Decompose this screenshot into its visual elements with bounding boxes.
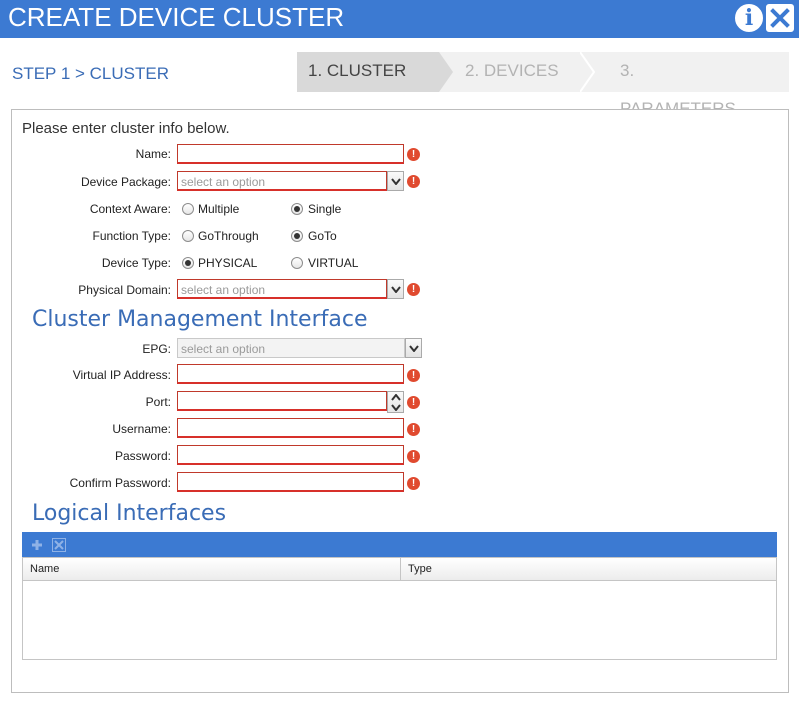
wizard-step-parameters[interactable]: 3. PARAMETERS — [620, 52, 736, 118]
logical-interfaces-toolbar — [22, 532, 777, 557]
error-icon: ! — [407, 283, 420, 296]
function-type-gothrough-radio[interactable] — [182, 230, 194, 242]
port-stepper[interactable] — [387, 391, 404, 413]
port-label: Port: — [145, 395, 171, 409]
name-input[interactable] — [177, 144, 404, 164]
delete-icon[interactable] — [52, 538, 66, 552]
logical-interfaces-table-header: Name Type — [22, 557, 777, 581]
context-aware-single-label: Single — [308, 202, 342, 216]
form-intro: Please enter cluster info below. — [22, 120, 230, 137]
column-header-type[interactable]: Type — [401, 558, 776, 580]
physical-domain-dropdown-button[interactable] — [387, 279, 404, 299]
chevron-right-icon — [439, 52, 453, 92]
close-icon — [770, 8, 790, 28]
virtual-ip-input[interactable] — [177, 364, 404, 384]
port-input[interactable] — [177, 391, 387, 411]
device-type-virtual-label: VIRTUAL — [308, 256, 359, 270]
logical-interfaces-heading: Logical Interfaces — [32, 501, 227, 526]
physical-domain-label: Physical Domain: — [78, 283, 171, 297]
error-icon: ! — [407, 369, 420, 382]
chevron-right-icon — [580, 52, 596, 92]
device-package-select[interactable]: select an option — [177, 171, 387, 191]
wizard-step-devices[interactable]: 2. DEVICES — [465, 52, 559, 92]
cluster-management-heading: Cluster Management Interface — [32, 307, 368, 332]
error-icon: ! — [407, 450, 420, 463]
context-aware-label: Context Aware: — [89, 202, 171, 216]
username-label: Username: — [112, 422, 171, 436]
function-type-goto-radio[interactable] — [291, 230, 303, 242]
error-icon: ! — [407, 423, 420, 436]
close-button[interactable] — [766, 4, 794, 32]
context-aware-multiple-label: Multiple — [198, 202, 240, 216]
error-icon: ! — [407, 477, 420, 490]
epg-select[interactable]: select an option — [177, 338, 405, 358]
epg-placeholder: select an option — [181, 342, 266, 356]
confirm-password-input[interactable] — [177, 472, 404, 492]
function-type-goto-label: GoTo — [308, 229, 337, 243]
function-type-label: Function Type: — [92, 229, 172, 243]
title-bar: CREATE DEVICE CLUSTER i — [0, 0, 799, 38]
device-type-physical-label: PHYSICAL — [198, 256, 258, 270]
function-type-gothrough-label: GoThrough — [198, 229, 259, 243]
chevron-down-icon — [391, 178, 401, 185]
physical-domain-placeholder: select an option — [181, 283, 266, 297]
chevron-up-icon — [391, 394, 401, 401]
chevron-down-icon — [391, 404, 401, 411]
context-aware-single-radio[interactable] — [291, 203, 303, 215]
device-type-virtual-radio[interactable] — [291, 257, 303, 269]
context-aware-multiple-radio[interactable] — [182, 203, 194, 215]
error-icon: ! — [407, 175, 420, 188]
add-icon[interactable] — [30, 538, 44, 552]
device-type-label: Device Type: — [101, 256, 171, 270]
device-package-placeholder: select an option — [181, 175, 266, 189]
username-input[interactable] — [177, 418, 404, 438]
device-package-label: Device Package: — [80, 175, 171, 189]
wizard-step-cluster[interactable]: 1. CLUSTER — [297, 52, 439, 92]
name-label: Name: — [135, 147, 171, 161]
epg-dropdown-button[interactable] — [405, 338, 422, 358]
chevron-down-icon — [391, 286, 401, 293]
step-indicator: STEP 1 > CLUSTER — [12, 64, 169, 83]
logical-interfaces-table-body — [22, 581, 777, 660]
confirm-password-label: Confirm Password: — [69, 476, 171, 490]
error-icon: ! — [407, 148, 420, 161]
epg-label: EPG: — [142, 342, 171, 356]
device-package-dropdown-button[interactable] — [387, 171, 404, 191]
device-type-physical-radio[interactable] — [182, 257, 194, 269]
physical-domain-select[interactable]: select an option — [177, 279, 387, 299]
password-input[interactable] — [177, 445, 404, 465]
window-title: CREATE DEVICE CLUSTER — [8, 2, 345, 32]
column-header-name[interactable]: Name — [23, 558, 401, 580]
info-button[interactable]: i — [735, 4, 763, 32]
chevron-down-icon — [409, 345, 419, 352]
password-label: Password: — [114, 449, 171, 463]
virtual-ip-label: Virtual IP Address: — [72, 368, 171, 382]
info-icon: i — [744, 5, 754, 31]
error-icon: ! — [407, 396, 420, 409]
